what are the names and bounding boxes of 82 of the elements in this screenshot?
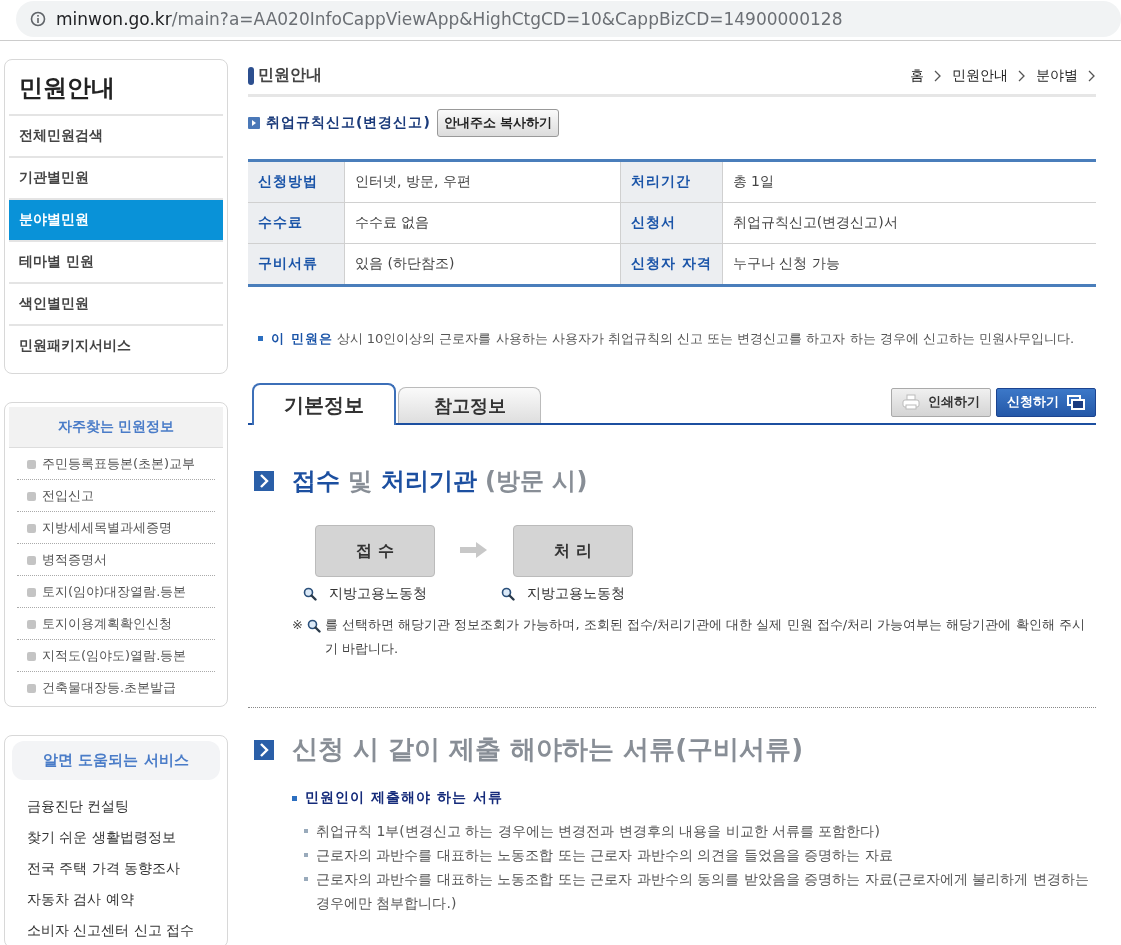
side-menu-item[interactable]: 민원패키지서비스	[9, 326, 223, 373]
table-cell: 취업규칙신고(변경신고)서	[722, 202, 1096, 244]
side-menu-item[interactable]: 전체민원검색	[9, 116, 223, 158]
bullet-icon	[27, 523, 36, 533]
step-box: 처 리	[513, 525, 633, 577]
tab[interactable]: 참고정보	[398, 387, 541, 423]
header-cell: 수수료	[248, 202, 345, 244]
printer-icon	[902, 394, 920, 410]
agency-link[interactable]: 지방고용노동청	[329, 585, 427, 603]
new-window-icon	[1067, 394, 1085, 410]
info-icon[interactable]	[30, 11, 46, 27]
arrow-square-icon	[254, 739, 274, 760]
table-cell: 총 1일	[722, 160, 1096, 203]
url-path: /main?a=AA020InfoCappViewApp&HighCtgCD=10&CappBizCD=14900000128	[171, 9, 843, 29]
frequent-link[interactable]: 토지(임야)대장열람.등본	[42, 583, 187, 601]
search-icon[interactable]	[306, 619, 321, 633]
section-heading: 신청 시 같이 제출 해야하는 서류(구비서류)	[292, 733, 804, 766]
panel-title: 자주찾는 민원정보	[9, 407, 223, 448]
chevron-icon	[1088, 69, 1096, 82]
bullet-icon	[304, 877, 308, 881]
frequent-link[interactable]: 전입신고	[42, 487, 94, 505]
service-link[interactable]: 전국 주택 가격 동향조사	[9, 854, 223, 885]
document-item: 취업규칙 1부(변경신고 하는 경우에는 변경전과 변경후의 내용을 비교한 서류를 포함한다)	[316, 822, 880, 841]
arrow-square-icon	[248, 117, 260, 129]
header-cell: 신청자 자격	[620, 243, 723, 286]
breadcrumb-link[interactable]: 민원안내	[952, 66, 1008, 85]
header-cell: 신청방법	[248, 160, 345, 203]
breadcrumb-link[interactable]: 홈	[910, 66, 924, 85]
frequent-link[interactable]: 건축물대장등.초본발급	[42, 679, 177, 697]
frequent-link[interactable]: 토지이용계획확인신청	[42, 615, 172, 633]
bullet-icon	[27, 555, 36, 565]
copy-url-button[interactable]: 안내주소 복사하기	[436, 109, 560, 137]
tab[interactable]: 기본정보	[252, 383, 396, 425]
section-heading: 접수 및 처리기관 (방문 시)	[292, 466, 588, 497]
arrow-square-icon	[254, 471, 274, 491]
agency-link[interactable]: 지방고용노동청	[527, 585, 625, 603]
bullet-icon	[27, 459, 36, 469]
panel-title: 알면 도움되는 서비스	[12, 741, 220, 780]
bullet-icon	[27, 491, 36, 501]
service-name: 취업규칙신고(변경신고)	[266, 114, 431, 132]
bullet-icon	[27, 587, 36, 597]
bullet-icon	[27, 619, 36, 629]
header-cell: 신청서	[620, 202, 723, 244]
step-box: 접 수	[315, 525, 435, 577]
document-item: 근로자의 과반수를 대표하는 노동조합 또는 근로자 과반수의 동의를 받았음을 증명하는 자료(근로자에게 불리하게 변경하는 경우에만 첨부합니다.)	[316, 870, 1090, 913]
bullet-icon	[292, 795, 297, 801]
intro-text: 이 민원은 상시 10인이상의 근로자를 사용하는 사용자가 취업규칙의 신고 또는 변경신고를 하고자 하는 경우에 신고하는 민원사무입니다.	[271, 330, 1075, 348]
apply-button[interactable]: 신청하기	[996, 387, 1096, 417]
bullet-icon	[27, 683, 36, 693]
print-button[interactable]: 인쇄하기	[891, 387, 991, 417]
frequent-link[interactable]: 지방세세목별과세증명	[42, 519, 172, 537]
search-icon[interactable]	[501, 587, 515, 601]
bullet-icon	[27, 651, 36, 661]
frequent-link[interactable]: 주민등록표등본(초본)교부	[42, 455, 196, 473]
bullet-icon	[258, 336, 263, 341]
title-marker-icon	[248, 66, 254, 85]
subsection-heading: 민원인이 제출해야 하는 서류	[305, 789, 503, 807]
url-host: minwon.go.kr	[56, 9, 172, 29]
breadcrumb-link[interactable]: 분야별	[1036, 66, 1078, 85]
document-item: 근로자의 과반수를 대표하는 노동조합 또는 근로자 과반수의 의견을 들었음을 증명하는 자료	[316, 846, 893, 865]
service-link[interactable]: 금융진단 컨설팅	[9, 792, 223, 823]
header-cell: 구비서류	[248, 243, 345, 286]
service-link[interactable]: 자동차 검사 예약	[9, 885, 223, 916]
right-arrow-icon	[460, 541, 488, 559]
note-text: 를 선택하면 해당기관 정보조회가 가능하며, 조회된 접수/처리기관에 대한 실제 민원 접수/처리 가능여부는 해당기관에 확인해 주시기 바랍니다.	[324, 616, 1086, 658]
chevron-icon	[934, 69, 942, 82]
frequent-link[interactable]: 지적도(임야도)열람.등본	[42, 647, 187, 665]
note-mark: ※	[292, 616, 303, 634]
address-bar[interactable]: minwon.go.kr/main?a=AA020InfoCappViewApp&HighCtgCD=10&CappBizCD=14900000128	[16, 1, 1121, 37]
bullet-icon	[304, 853, 308, 857]
frequent-link[interactable]: 병적증명서	[42, 551, 107, 569]
table-cell: 누구나 신청 가능	[722, 243, 1096, 286]
chevron-icon	[1018, 69, 1026, 82]
service-link[interactable]: 소비자 신고센터 신고 접수	[9, 916, 223, 945]
page-title: 민원안내	[258, 65, 322, 86]
side-menu-title: 민원안내	[9, 60, 223, 116]
bullet-icon	[304, 829, 308, 833]
side-menu-item[interactable]: 테마별 민원	[9, 242, 223, 284]
search-icon[interactable]	[303, 587, 317, 601]
side-menu-item[interactable]: 색인별민원	[9, 284, 223, 326]
service-link[interactable]: 찾기 쉬운 생활법령정보	[9, 823, 223, 854]
header-cell: 처리기간	[620, 160, 723, 203]
